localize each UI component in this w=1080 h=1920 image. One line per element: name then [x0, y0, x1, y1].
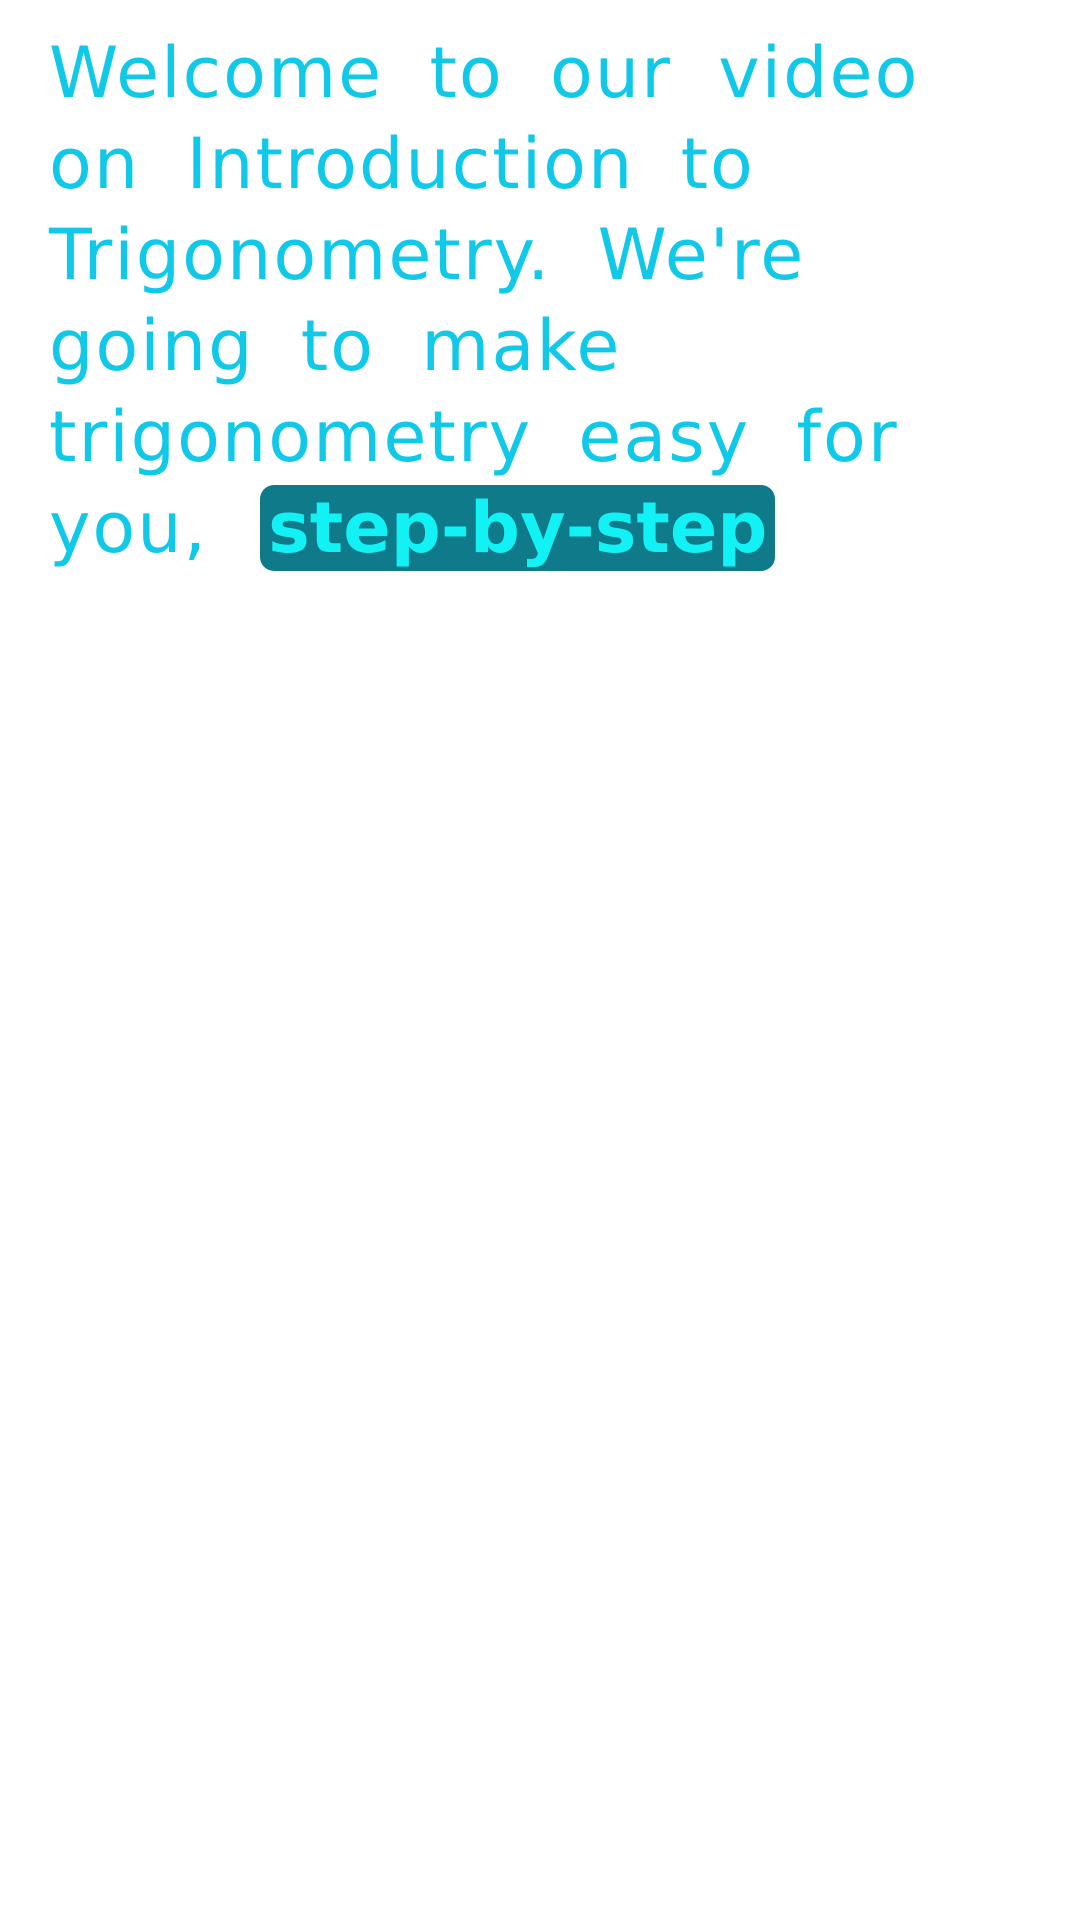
caption-line-5: trigonometry easy for	[49, 396, 899, 478]
caption-line-4: going to make	[49, 305, 622, 387]
highlighted-word: step-by-step	[260, 485, 776, 571]
subtitle-caption: Welcome to our video on Introduction to …	[49, 28, 1009, 574]
caption-line-1: Welcome to our video	[49, 32, 920, 114]
caption-line-2: on Introduction to	[49, 123, 755, 205]
caption-line-6-text: you,	[49, 487, 208, 569]
caption-line-3: Trigonometry. We're	[49, 214, 806, 296]
caption-line-6: you, step-by-step	[49, 483, 1009, 574]
